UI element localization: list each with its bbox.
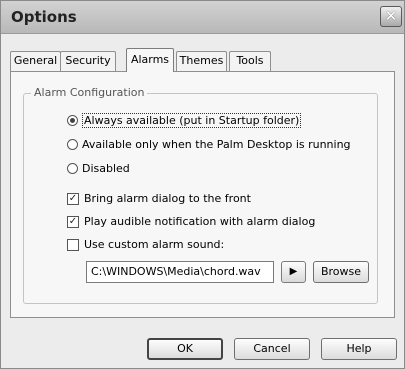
radio-always-available[interactable]: Always available (put in Startup folder) bbox=[67, 113, 302, 128]
close-icon[interactable]: ✕ bbox=[380, 6, 402, 27]
tab-tools[interactable]: Tools bbox=[229, 51, 271, 71]
radio-disabled[interactable]: Disabled bbox=[67, 162, 130, 175]
checkmark-icon[interactable]: ✓ bbox=[67, 192, 79, 205]
radio-icon[interactable] bbox=[67, 139, 78, 150]
radio-available-only-label: Available only when the Palm Desktop is … bbox=[82, 138, 351, 151]
radio-disabled-label: Disabled bbox=[82, 162, 130, 175]
checkbox-play-audible-label: Play audible notification with alarm dia… bbox=[84, 215, 316, 228]
group-legend: Alarm Configuration bbox=[31, 86, 148, 99]
radio-always-available-label: Always available (put in Startup folder) bbox=[82, 113, 302, 128]
radio-icon[interactable] bbox=[67, 163, 78, 174]
radio-selected-icon[interactable] bbox=[67, 115, 78, 126]
tab-security[interactable]: Security bbox=[60, 51, 116, 71]
tab-general[interactable]: General bbox=[10, 51, 61, 71]
checkbox-custom-sound-label: Use custom alarm sound: bbox=[84, 238, 225, 251]
checkbox-bring-to-front-label: Bring alarm dialog to the front bbox=[84, 192, 251, 205]
sound-path-field[interactable]: C:\WINDOWS\Media\chord.wav bbox=[86, 261, 274, 283]
checkbox-custom-sound[interactable]: Use custom alarm sound: bbox=[67, 238, 224, 251]
window-title: Options bbox=[11, 8, 77, 26]
options-dialog: Options ✕ General Security Alarms Themes… bbox=[0, 0, 405, 369]
tab-themes[interactable]: Themes bbox=[176, 51, 227, 71]
help-button[interactable]: Help bbox=[321, 338, 397, 360]
radio-available-only-desktop[interactable]: Available only when the Palm Desktop is … bbox=[67, 138, 351, 151]
cancel-button[interactable]: Cancel bbox=[234, 338, 310, 360]
checkbox-empty-icon[interactable] bbox=[67, 238, 79, 251]
title-bar[interactable]: Options ✕ bbox=[1, 1, 404, 34]
checkbox-bring-to-front[interactable]: ✓ Bring alarm dialog to the front bbox=[67, 192, 251, 205]
play-icon[interactable]: ▶ bbox=[281, 261, 306, 283]
tab-alarms[interactable]: Alarms bbox=[126, 48, 174, 72]
browse-button[interactable]: Browse bbox=[313, 261, 369, 283]
checkbox-play-audible[interactable]: ✓ Play audible notification with alarm d… bbox=[67, 215, 315, 228]
browse-button-label: Browse bbox=[320, 265, 362, 278]
ok-button[interactable]: OK bbox=[147, 338, 223, 360]
checkmark-icon[interactable]: ✓ bbox=[67, 215, 79, 228]
